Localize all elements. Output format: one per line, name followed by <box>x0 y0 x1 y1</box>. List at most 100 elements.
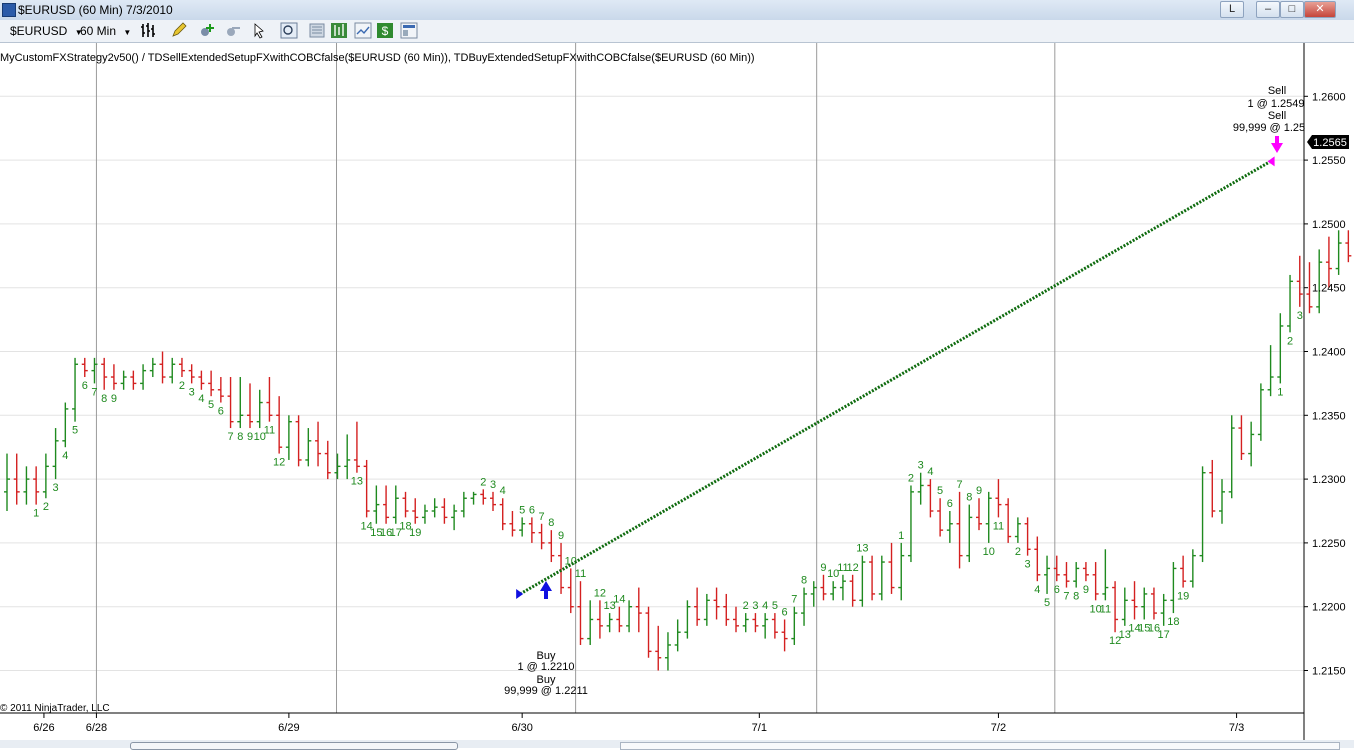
setup-count-label: 4 <box>927 466 933 478</box>
sell-fill: 1 @ 1.2549 <box>1247 98 1304 110</box>
setup-count-label: 4 <box>762 600 768 612</box>
scrollbar-track[interactable] <box>620 742 1340 750</box>
chart-scrollbar-area <box>0 740 1354 750</box>
setup-count-label: 11 <box>264 425 275 437</box>
setup-count-label: 7 <box>791 594 797 606</box>
price-tick-label: 1.2350 <box>1312 410 1346 422</box>
zoom-icon[interactable] <box>280 22 298 39</box>
setup-count-label: 7 <box>539 511 545 523</box>
minimize-button[interactable]: – <box>1256 1 1280 18</box>
setup-count-label: 7 <box>91 386 97 398</box>
data-series-icon[interactable] <box>330 22 348 39</box>
price-axis-labels: 1.2150 1.2200 1.2250 1.2300 1.2350 1.2400 1.24… <box>1304 91 1346 678</box>
setup-count-label: 3 <box>53 482 59 494</box>
interval-selector[interactable]: 60 Min ▼ <box>80 24 131 38</box>
setup-count-label: 5 <box>1044 597 1050 609</box>
setup-count-label: 9 <box>976 485 982 497</box>
setup-count-label: 7 <box>1063 591 1069 603</box>
time-tick-label: 7/1 <box>752 722 767 734</box>
add-indicator-icon[interactable] <box>198 22 216 39</box>
setup-count-label: 4 <box>62 450 68 462</box>
setup-count-label: 19 <box>409 527 421 539</box>
setup-count-label: 12 <box>273 457 285 469</box>
sell-exec-title: Sell <box>1268 110 1286 122</box>
draw-pencil-icon[interactable] <box>170 22 188 39</box>
setup-count-label: 9 <box>111 393 117 405</box>
instrument-selector[interactable]: $EURUSD ▼ <box>10 24 83 38</box>
setup-count-label: 13 <box>856 543 868 555</box>
cursor-pointer-icon[interactable] <box>252 22 270 39</box>
setup-count-label: 1 <box>898 530 904 542</box>
setup-count-label: 3 <box>918 460 924 472</box>
current-price-label: 1.2565 <box>1313 137 1347 149</box>
setup-count-label: 14 <box>613 594 625 606</box>
time-tick-label: 7/2 <box>991 722 1006 734</box>
setup-count-label: 3 <box>490 479 496 491</box>
remove-indicator-icon[interactable] <box>224 22 242 39</box>
price-chart[interactable]: 12345678 9234567 8 9 101112131415161718192 34… <box>0 43 1354 740</box>
link-button[interactable]: L <box>1220 1 1244 18</box>
setup-count-label: 2 <box>43 501 49 513</box>
price-tick-label: 1.2550 <box>1312 155 1346 167</box>
setup-count-label: 1 <box>1277 386 1283 398</box>
setup-count-label: 5 <box>519 504 525 516</box>
setup-count-label: 17 <box>1158 629 1170 641</box>
price-tick-label: 1.2450 <box>1312 283 1346 295</box>
properties-icon[interactable] <box>308 22 326 39</box>
setup-count-label: 9 <box>247 431 253 443</box>
setup-count-label: 11 <box>1100 603 1111 615</box>
svg-text:$: $ <box>382 24 389 38</box>
setup-count-label: 6 <box>1054 584 1060 596</box>
maximize-button[interactable]: □ <box>1280 1 1304 18</box>
strategy-icon[interactable]: $ <box>376 22 394 39</box>
sell-exec: 99,999 @ 1.25 <box>1233 122 1305 134</box>
setup-count-label: 8 <box>101 393 107 405</box>
setup-count-label: 9 <box>1083 584 1089 596</box>
time-axis-labels: 6/26 6/28 6/29 6/30 7/1 7/2 7/3 <box>33 713 1244 734</box>
bar-style-icon[interactable] <box>140 22 158 39</box>
copyright-label: © 2011 NinjaTrader, LLC <box>0 703 110 714</box>
setup-count-label: 13 <box>351 476 363 488</box>
scrollbar-thumb[interactable] <box>130 742 458 750</box>
chart-trader-icon[interactable] <box>400 22 418 39</box>
setup-count-label: 4 <box>1034 584 1040 596</box>
setup-count-label: 12 <box>847 562 859 574</box>
setup-count-label: 9 <box>820 562 826 574</box>
setup-count-label: 3 <box>1025 559 1031 571</box>
setup-count-label: 11 <box>575 568 586 580</box>
setup-count-label: 5 <box>772 600 778 612</box>
interval-label: 60 Min <box>80 24 117 38</box>
chart-image-icon[interactable] <box>354 22 372 39</box>
time-tick-label: 7/3 <box>1229 722 1244 734</box>
price-tick-label: 1.2400 <box>1312 347 1346 359</box>
buy-exec: 99,999 @ 1.2211 <box>504 685 588 697</box>
setup-count-label: 6 <box>529 504 535 516</box>
window-titlebar: $EURUSD (60 Min) 7/3/2010 L – □ ✕ <box>0 0 1354 21</box>
setup-count-label: 5 <box>937 485 943 497</box>
ohlc-bar <box>1325 236 1332 288</box>
setup-count-label: 6 <box>82 380 88 392</box>
interval-dropdown-icon: ▼ <box>123 28 132 37</box>
time-tick-label: 6/28 <box>86 722 107 734</box>
setup-count-label: 5 <box>208 399 214 411</box>
setup-count-label: 11 <box>993 520 1004 532</box>
setup-count-label: 10 <box>983 546 995 558</box>
setup-count-label: 2 <box>179 380 185 392</box>
setup-count-label: 1 <box>33 508 39 520</box>
price-tick-label: 1.2250 <box>1312 538 1346 550</box>
strategy-label: MyCustomFXStrategy2v50() / TDSellExtende… <box>0 52 755 64</box>
setup-count-label: 3 <box>752 600 758 612</box>
setup-count-label: 3 <box>1297 310 1303 322</box>
setup-count-label: 8 <box>801 575 807 587</box>
chart-toolbar: $EURUSD ▼ 60 Min ▼ $ <box>0 20 1354 43</box>
setup-count-label: 8 <box>548 517 554 529</box>
price-tick-label: 1.2200 <box>1312 602 1346 614</box>
setup-count-label: 6 <box>218 406 224 418</box>
ohlc-bar <box>1335 230 1342 275</box>
setup-count-label: 2 <box>908 472 914 484</box>
close-button[interactable]: ✕ <box>1304 1 1336 18</box>
current-price-marker: 1.2565 <box>1307 135 1349 149</box>
instrument-label: $EURUSD <box>10 24 68 38</box>
setup-count-label: 3 <box>189 386 195 398</box>
setup-count-label: 4 <box>500 485 506 497</box>
